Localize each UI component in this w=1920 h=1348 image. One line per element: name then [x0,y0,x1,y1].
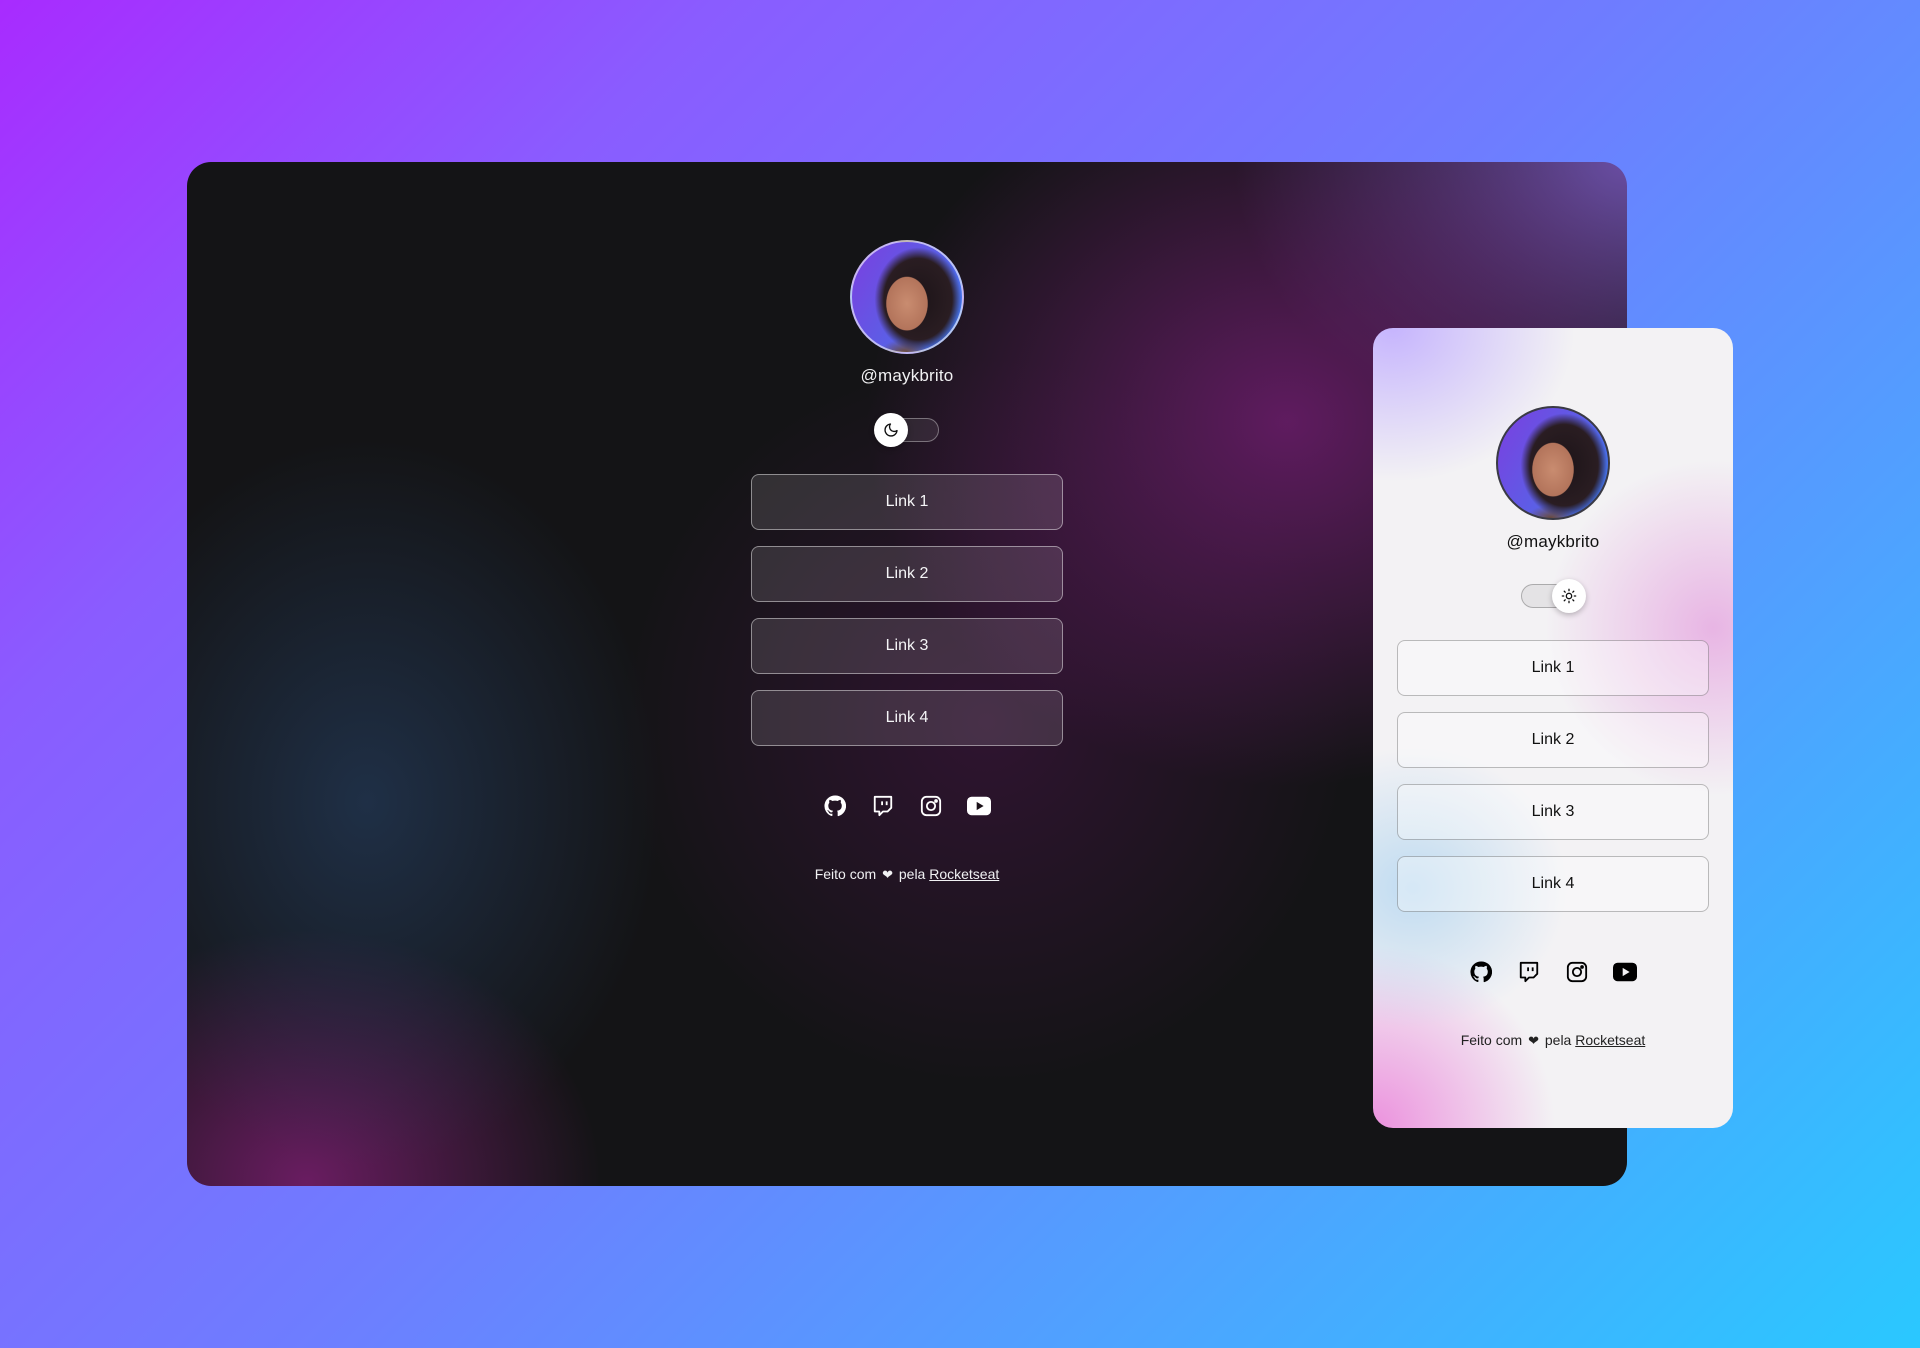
link-button-2[interactable]: Link 2 [751,546,1063,602]
theme-toggle[interactable] [1521,579,1586,613]
link-list: Link 1 Link 2 Link 3 Link 4 [1397,640,1709,912]
link-button-4[interactable]: Link 4 [751,690,1063,746]
footer-credit: Feito com ❤ pela Rocketseat [1461,1032,1646,1049]
footer-middle: pela [1544,1032,1572,1048]
youtube-icon[interactable] [967,794,991,818]
link-button-3[interactable]: Link 3 [751,618,1063,674]
mobile-light-preview: @maykbrito Link 1 Link 2 Link 3 Link 4 F… [1373,328,1733,1128]
instagram-icon[interactable] [919,794,943,818]
instagram-icon[interactable] [1565,960,1589,984]
heart-icon: ❤ [882,867,893,882]
rocketseat-link[interactable]: Rocketseat [1575,1032,1645,1048]
link-button-3[interactable]: Link 3 [1397,784,1709,840]
sun-icon [1552,579,1586,613]
moon-icon [874,413,908,447]
social-links [823,794,991,818]
link-button-1[interactable]: Link 1 [1397,640,1709,696]
link-list: Link 1 Link 2 Link 3 Link 4 [751,474,1063,746]
link-button-1[interactable]: Link 1 [751,474,1063,530]
social-links [1469,960,1637,984]
profile-handle: @maykbrito [1506,532,1600,551]
link-button-4[interactable]: Link 4 [1397,856,1709,912]
github-icon[interactable] [1469,960,1493,984]
theme-toggle[interactable] [874,413,939,447]
avatar [850,240,964,354]
youtube-icon[interactable] [1613,960,1637,984]
footer-prefix: Feito com [814,866,877,882]
avatar [1496,406,1610,520]
footer-prefix: Feito com [1460,1032,1523,1048]
profile-section: @maykbrito Link 1 Link 2 Link 3 Link 4 F… [1373,406,1733,1049]
rocketseat-link[interactable]: Rocketseat [929,866,999,882]
heart-icon: ❤ [1528,1033,1539,1048]
twitch-icon[interactable] [1517,960,1541,984]
twitch-icon[interactable] [871,794,895,818]
profile-handle: @maykbrito [860,366,954,385]
link-button-2[interactable]: Link 2 [1397,712,1709,768]
footer-middle: pela [898,866,926,882]
github-icon[interactable] [823,794,847,818]
footer-credit: Feito com ❤ pela Rocketseat [815,866,1000,883]
